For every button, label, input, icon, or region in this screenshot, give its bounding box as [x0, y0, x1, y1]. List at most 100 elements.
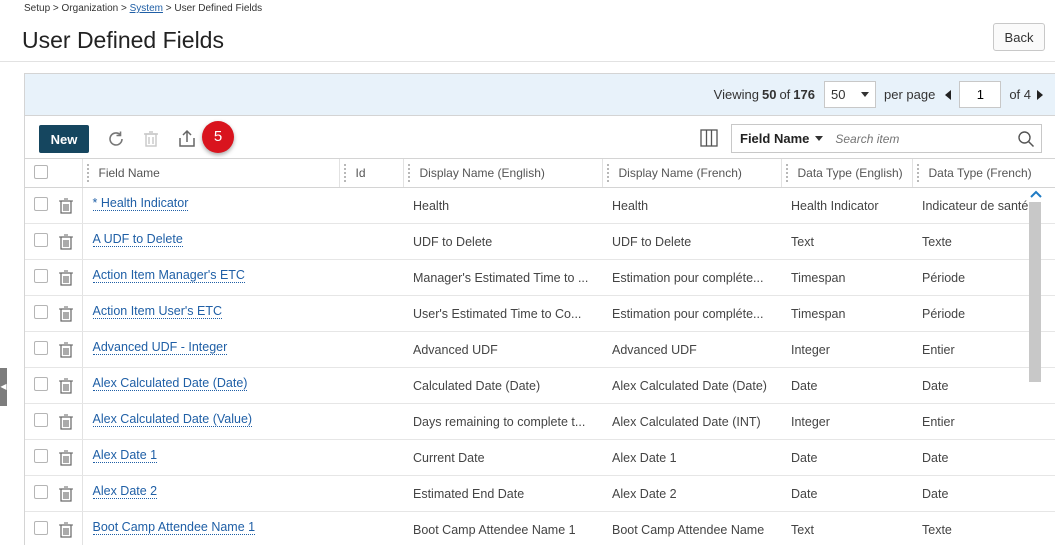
trash-icon[interactable] [58, 413, 74, 430]
field-name-link[interactable]: A UDF to Delete [92, 232, 183, 247]
field-name-link[interactable]: Action Item Manager's ETC [92, 268, 245, 283]
grid-scrollbar[interactable] [1029, 202, 1041, 382]
row-checkbox[interactable] [34, 485, 48, 499]
search-icon[interactable] [1017, 130, 1035, 148]
trash-icon[interactable] [58, 485, 74, 502]
grid-panel: Viewing 50 of 176 50 per page of 4 New F… [24, 73, 1055, 545]
data-grid: Field Name Id Display Name (English) Dis… [25, 159, 1055, 545]
trash-icon[interactable] [58, 197, 74, 214]
cell-type-en: Timespan [781, 295, 912, 332]
table-row[interactable]: Alex Calculated Date (Value) Days remaini… [25, 403, 1055, 440]
cell-id [339, 511, 403, 545]
side-panel-toggle-icon[interactable]: ◀ [0, 368, 7, 406]
column-header-type-en[interactable]: Data Type (English) [781, 159, 913, 188]
new-button[interactable]: New [39, 125, 89, 153]
field-name-link[interactable]: Alex Date 2 [92, 484, 158, 499]
cell-display-fr: Health [602, 187, 781, 224]
cell-type-fr: Texte [912, 511, 1055, 545]
trash-icon[interactable] [58, 377, 74, 394]
column-drag-handle[interactable] [606, 164, 611, 182]
cell-id [339, 475, 403, 512]
table-row[interactable]: A UDF to Delete UDF to Delete UDF to Delet… [25, 223, 1055, 260]
row-checkbox[interactable] [34, 197, 48, 211]
trash-icon[interactable] [58, 521, 74, 538]
row-checkbox[interactable] [34, 269, 48, 283]
cell-id [339, 259, 403, 296]
column-header-type-fr[interactable]: Data Type (French) [912, 159, 1055, 188]
export-icon[interactable] [176, 128, 198, 150]
cell-display-fr: Advanced UDF [602, 331, 781, 368]
trash-icon[interactable] [58, 269, 74, 286]
cell-display-en: Boot Camp Attendee Name 1 [403, 511, 602, 545]
row-checkbox[interactable] [34, 413, 48, 427]
breadcrumb-prefix: Setup > Organization > [24, 3, 130, 14]
row-checkbox[interactable] [34, 305, 48, 319]
notification-badge[interactable]: 5 [202, 121, 234, 153]
trash-icon[interactable] [58, 449, 74, 466]
field-name-link[interactable]: Alex Calculated Date (Date) [92, 376, 248, 391]
prev-page-icon[interactable] [945, 89, 952, 100]
cell-display-fr: UDF to Delete [602, 223, 781, 260]
column-drag-handle[interactable] [86, 164, 91, 182]
row-checkbox[interactable] [34, 521, 48, 535]
cell-type-en: Integer [781, 403, 912, 440]
row-checkbox[interactable] [34, 377, 48, 391]
refresh-icon[interactable] [105, 128, 127, 150]
toolbar: New Field Name [25, 116, 1055, 159]
column-header-field-name[interactable]: Field Name [82, 159, 340, 188]
table-row[interactable]: Action Item User's ETC User's Estimated T… [25, 295, 1055, 332]
chevron-down-icon [860, 92, 869, 97]
column-drag-handle[interactable] [407, 164, 412, 182]
column-drag-handle[interactable] [916, 164, 921, 182]
table-row[interactable]: Alex Date 2 Estimated End Date Alex Date 2… [25, 475, 1055, 512]
row-checkbox[interactable] [34, 341, 48, 355]
chevron-up-icon[interactable] [1030, 189, 1042, 199]
table-row[interactable]: Advanced UDF - Integer Advanced UDF Advanc… [25, 331, 1055, 368]
cell-display-en: Health [403, 187, 602, 224]
cell-display-fr: Alex Date 1 [602, 439, 781, 476]
table-row[interactable]: * Health Indicator Health Health Health Ind… [25, 187, 1055, 224]
column-header-display-en[interactable]: Display Name (English) [403, 159, 603, 188]
table-row[interactable]: Alex Date 1 Current Date Alex Date 1 Date Da… [25, 439, 1055, 476]
table-row[interactable]: Action Item Manager's ETC Manager's Estim… [25, 259, 1055, 296]
per-page-select[interactable]: 50 [823, 81, 876, 108]
column-header-display-fr[interactable]: Display Name (French) [602, 159, 782, 188]
field-name-link[interactable]: Action Item User's ETC [92, 304, 222, 319]
header-divider [0, 61, 1055, 62]
field-name-link[interactable]: Advanced UDF - Integer [92, 340, 228, 355]
cell-display-fr: Alex Date 2 [602, 475, 781, 512]
breadcrumb: Setup > Organization > System > User Def… [24, 3, 262, 14]
row-checkbox[interactable] [34, 233, 48, 247]
search-field-select[interactable]: Field Name [732, 131, 831, 146]
search-input[interactable] [831, 130, 1017, 147]
select-all-checkbox[interactable] [34, 164, 48, 179]
field-name-link[interactable]: Alex Calculated Date (Value) [92, 412, 253, 427]
trash-icon[interactable] [58, 341, 74, 358]
row-checkbox[interactable] [34, 449, 48, 463]
column-header-id[interactable]: Id [339, 159, 404, 188]
cell-display-fr: Alex Calculated Date (INT) [602, 403, 781, 440]
field-name-link[interactable]: Boot Camp Attendee Name 1 [92, 520, 256, 535]
cell-type-fr: Date [912, 439, 1055, 476]
per-page-value: 50 [830, 87, 846, 102]
pager-total: 176 [793, 87, 815, 102]
table-row[interactable]: Alex Calculated Date (Date) Calculated Da… [25, 367, 1055, 404]
cell-id [339, 295, 403, 332]
breadcrumb-suffix: > User Defined Fields [162, 3, 263, 14]
pager-bar: Viewing 50 of 176 50 per page of 4 [25, 74, 1055, 116]
trash-icon[interactable] [140, 128, 162, 150]
column-drag-handle[interactable] [785, 164, 790, 182]
columns-icon[interactable] [700, 129, 718, 147]
trash-icon[interactable] [58, 233, 74, 250]
grid-header-row: Field Name Id Display Name (English) Dis… [25, 159, 1055, 188]
cell-display-fr: Estimation pour compléte... [602, 259, 781, 296]
breadcrumb-link-system[interactable]: System [130, 3, 163, 14]
trash-icon[interactable] [58, 305, 74, 322]
column-drag-handle[interactable] [343, 164, 348, 182]
next-page-icon[interactable] [1037, 89, 1043, 100]
page-number-input[interactable] [959, 81, 1002, 108]
table-row[interactable]: Boot Camp Attendee Name 1 Boot Camp Atten… [25, 511, 1055, 545]
back-button[interactable]: Back [993, 23, 1045, 51]
field-name-link[interactable]: Alex Date 1 [92, 448, 158, 463]
field-name-link[interactable]: * Health Indicator [92, 196, 189, 211]
